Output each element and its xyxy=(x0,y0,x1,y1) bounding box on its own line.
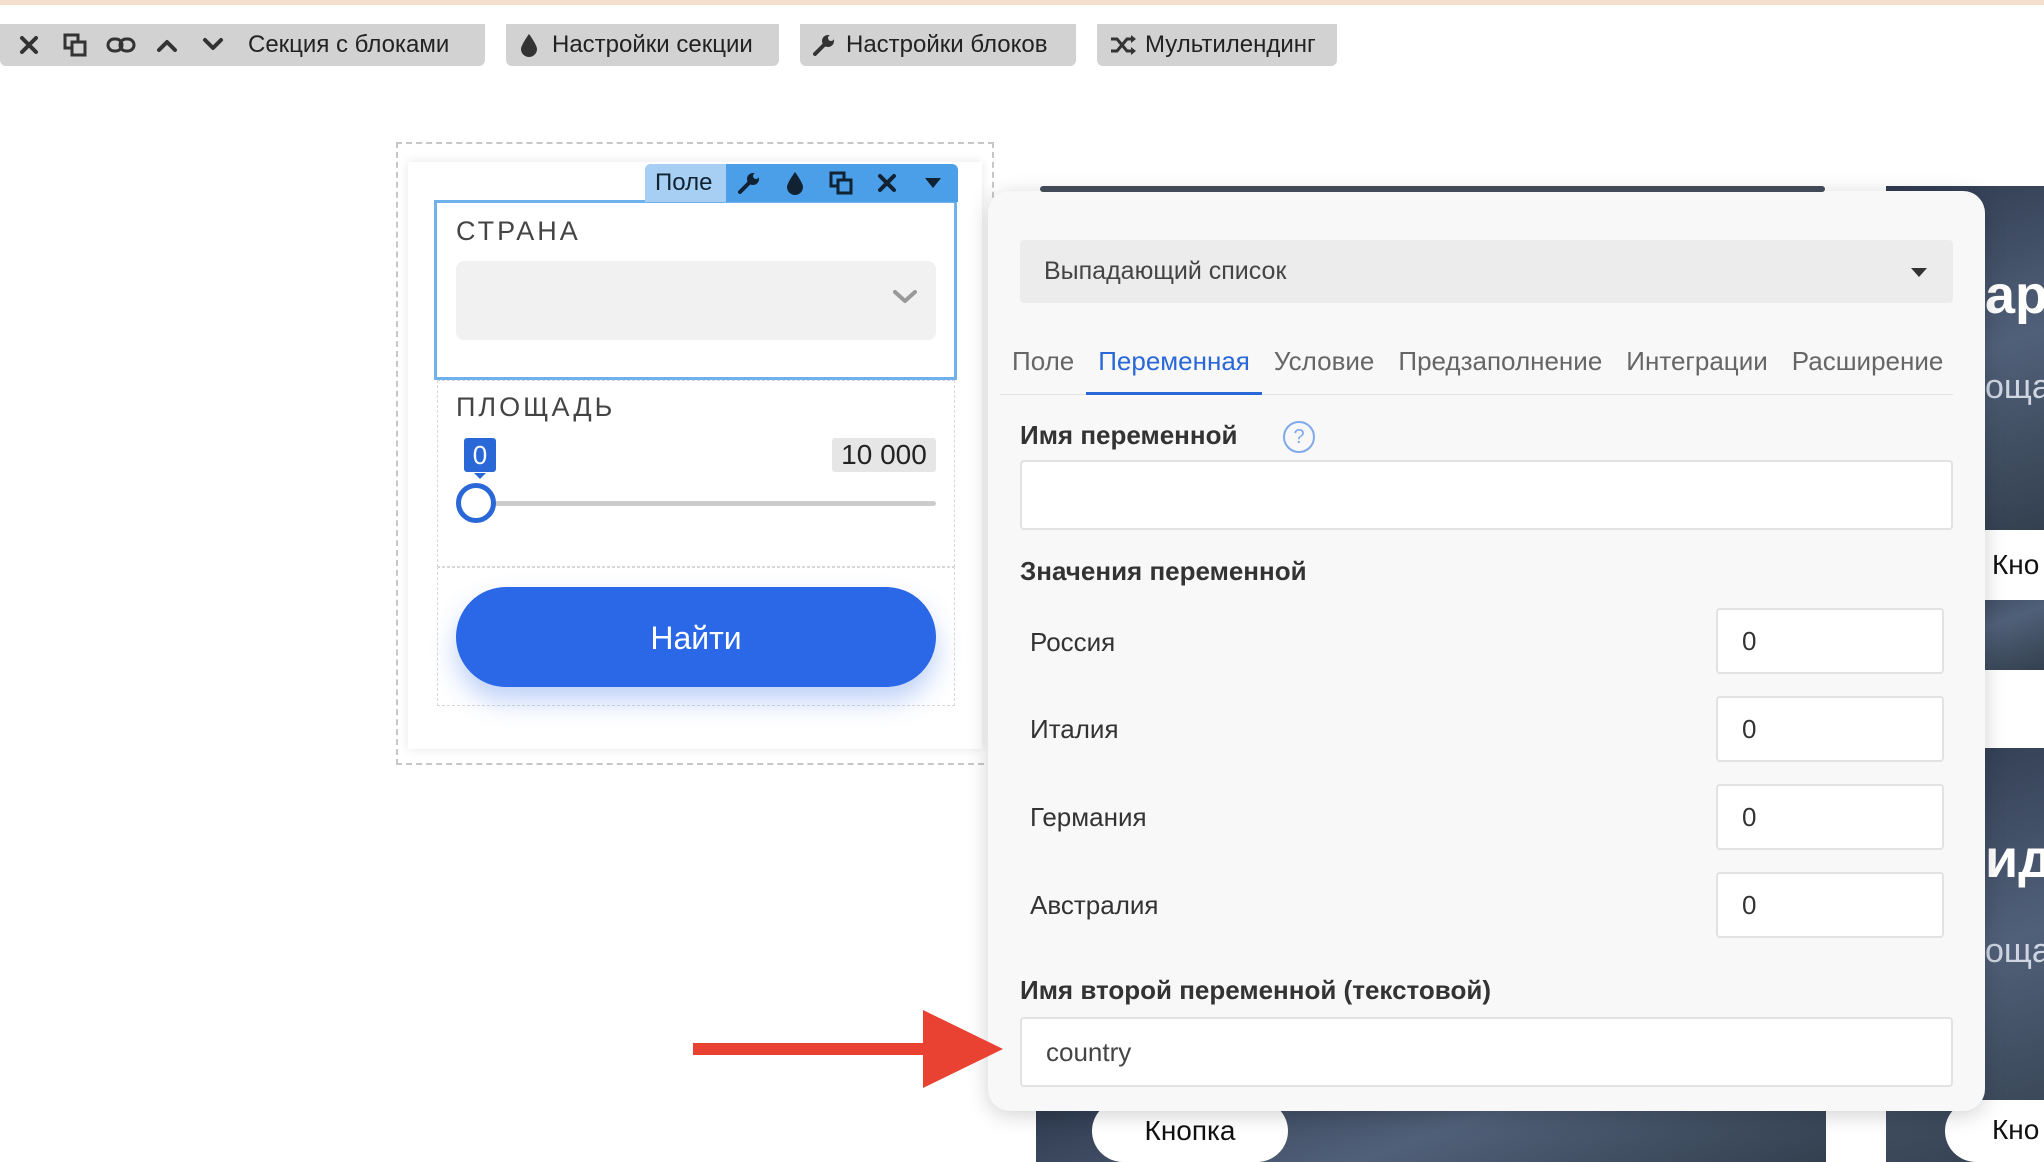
wrench-icon xyxy=(812,28,836,62)
multilanding-button[interactable]: Мультилендинг xyxy=(1097,24,1337,66)
country-select[interactable] xyxy=(456,261,936,340)
shuffle-icon xyxy=(1109,28,1137,62)
background-subtext-2: оща xyxy=(1985,932,2044,970)
chevron-down-icon[interactable] xyxy=(196,28,230,62)
annotation-arrow-shaft xyxy=(693,1043,933,1055)
section-settings-label: Настройки секции xyxy=(552,31,753,58)
chevron-up-icon[interactable] xyxy=(150,28,184,62)
area-field-title: ПЛОЩАДЬ xyxy=(456,392,616,422)
field-type-select[interactable]: Выпадающий список xyxy=(1020,240,1953,303)
section-toolbar: Секция с блоками xyxy=(0,24,485,66)
range-slider-handle[interactable] xyxy=(456,483,496,523)
variable-value-name: Италия xyxy=(1030,714,1119,744)
field-type-value: Выпадающий список xyxy=(1044,257,1287,285)
tab-prefill[interactable]: Предзаполнение xyxy=(1386,338,1614,392)
multilanding-label: Мультилендинг xyxy=(1145,31,1316,58)
variable-value-name: Австралия xyxy=(1030,890,1159,920)
variable-value-name: Россия xyxy=(1030,627,1116,657)
settings-tabs: Поле Переменная Условие Предзаполнение И… xyxy=(1000,338,1953,395)
background-subtext-1: оща xyxy=(1985,368,2044,406)
copy-icon[interactable] xyxy=(818,164,864,202)
variable-name-input[interactable] xyxy=(1020,460,1953,530)
top-border-line xyxy=(0,0,2044,5)
section-label[interactable]: Секция с блоками xyxy=(248,31,449,59)
panel-top-stripe xyxy=(1040,186,1825,192)
field-toolbar: Поле xyxy=(645,164,958,202)
chevron-down-icon xyxy=(892,289,918,310)
close-icon[interactable] xyxy=(864,164,910,202)
variable-name-label: Имя переменной xyxy=(1020,420,1238,450)
annotation-arrow-icon xyxy=(923,1010,1003,1088)
range-max-badge: 10 000 xyxy=(832,438,936,472)
country-field-title: СТРАНА xyxy=(456,216,581,246)
variable-values-label: Значения переменной xyxy=(1020,556,1307,586)
background-heading-2: ид xyxy=(1985,829,2044,889)
drop-icon xyxy=(518,28,540,62)
tab-condition[interactable]: Условие xyxy=(1262,338,1387,392)
tab-integrations[interactable]: Интеграции xyxy=(1614,338,1779,392)
background-button-2[interactable]: Кно xyxy=(1992,1114,2039,1146)
background-heading-1: ар xyxy=(1985,265,2044,325)
field-toolbar-name: Поле xyxy=(645,164,727,202)
help-icon[interactable]: ? xyxy=(1283,421,1315,453)
drop-icon[interactable] xyxy=(772,164,818,202)
variable-value-name: Германия xyxy=(1030,802,1147,832)
wrench-icon[interactable] xyxy=(726,164,772,202)
copy-icon[interactable] xyxy=(58,28,92,62)
section-settings-button[interactable]: Настройки секции xyxy=(506,24,779,66)
caret-down-icon[interactable] xyxy=(910,164,956,202)
background-button-1[interactable]: Кно xyxy=(1992,549,2039,581)
block-settings-button[interactable]: Настройки блоков xyxy=(800,24,1076,66)
variable-value-input[interactable] xyxy=(1716,872,1944,938)
range-min-badge: 0 xyxy=(464,438,496,479)
close-icon[interactable] xyxy=(12,28,46,62)
second-variable-input[interactable] xyxy=(1020,1017,1953,1087)
tab-variable[interactable]: Переменная xyxy=(1086,338,1262,395)
tab-field[interactable]: Поле xyxy=(1000,338,1086,392)
link-icon[interactable] xyxy=(104,28,138,62)
second-variable-label: Имя второй переменной (текстовой) xyxy=(1020,975,1491,1005)
variable-value-input[interactable] xyxy=(1716,696,1944,762)
variable-value-input[interactable] xyxy=(1716,608,1944,674)
find-button[interactable]: Найти xyxy=(456,587,936,687)
range-track[interactable] xyxy=(478,501,936,506)
variable-value-input[interactable] xyxy=(1716,784,1944,850)
block-settings-label: Настройки блоков xyxy=(846,31,1048,58)
tab-extension[interactable]: Расширение xyxy=(1780,338,1956,392)
caret-down-icon xyxy=(1911,268,1927,277)
